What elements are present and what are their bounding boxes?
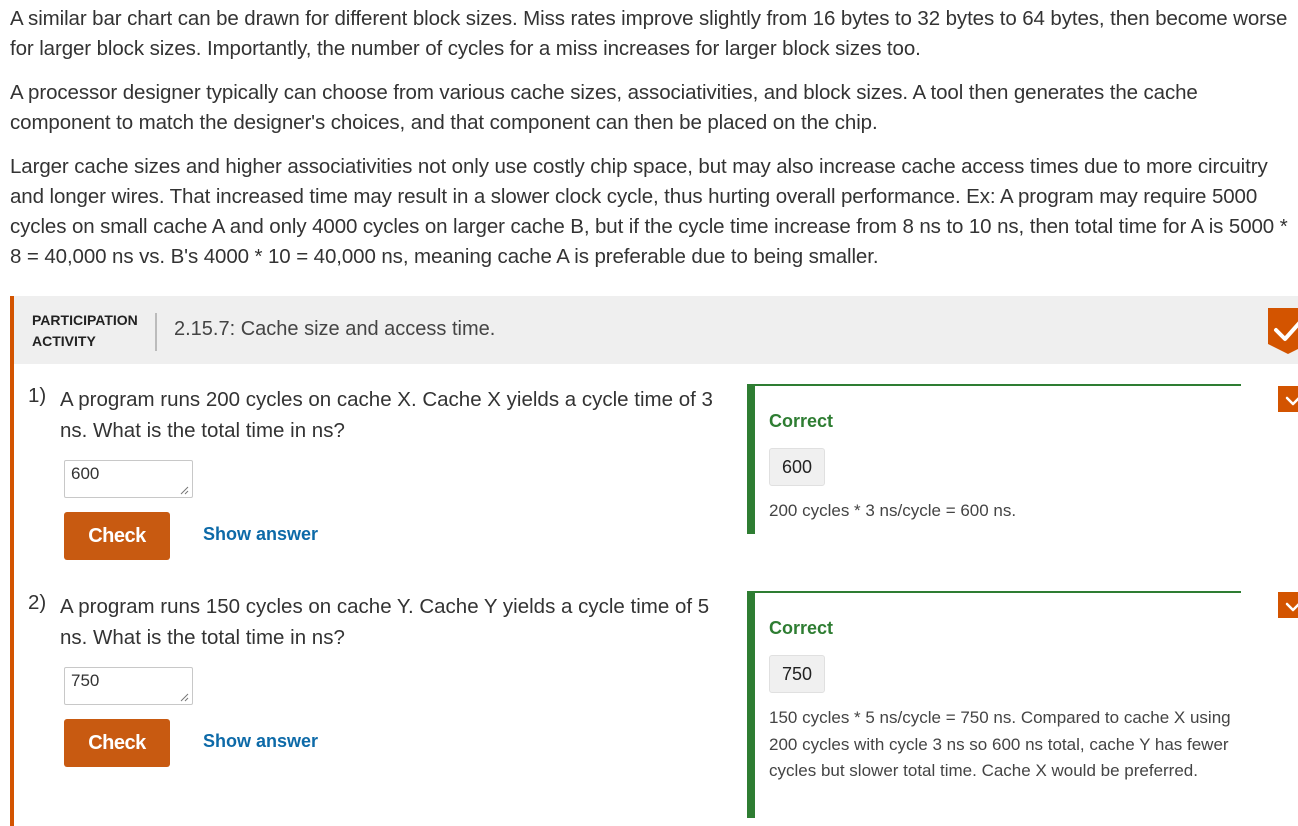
- question-text: A program runs 200 cycles on cache X. Ca…: [60, 388, 713, 442]
- feedback-status: Correct: [769, 411, 834, 431]
- feedback-explanation: 200 cycles * 3 ns/cycle = 600 ns.: [769, 501, 1017, 520]
- answer-input-value: 600: [71, 464, 100, 483]
- feedback-answer: 750: [769, 655, 826, 693]
- question-number: 1): [28, 384, 47, 407]
- feedback-status: Correct: [769, 618, 834, 638]
- header-divider: [155, 313, 157, 351]
- check-button[interactable]: Check: [64, 512, 170, 560]
- participation-activity: PARTICIPATION ACTIVITY 2.15.7: Cache siz…: [10, 296, 1298, 826]
- checkmark-icon: [1278, 592, 1298, 618]
- content-paragraphs: A similar bar chart can be drawn for dif…: [10, 4, 1294, 286]
- check-button[interactable]: Check: [64, 719, 170, 767]
- answer-input[interactable]: 600: [64, 460, 193, 498]
- feedback-panel: Correct 600 200 cycles * 3 ns/cycle = 60…: [747, 384, 1241, 534]
- answer-input-value: 750: [71, 671, 100, 690]
- answer-input[interactable]: 750: [64, 667, 193, 705]
- show-answer-link[interactable]: Show answer: [203, 731, 318, 752]
- resize-grip-icon[interactable]: [179, 692, 189, 702]
- activity-header: PARTICIPATION ACTIVITY 2.15.7: Cache siz…: [14, 296, 1298, 364]
- checkmark-icon: [1278, 386, 1298, 412]
- paragraph-block-sizes: A similar bar chart can be drawn for dif…: [10, 7, 1288, 60]
- activity-type-label: PARTICIPATION ACTIVITY: [32, 310, 154, 352]
- question-number: 2): [28, 591, 47, 614]
- paragraph-access-times: Larger cache sizes and higher associativ…: [10, 155, 1288, 268]
- resize-grip-icon[interactable]: [179, 485, 189, 495]
- activity-type-line2: ACTIVITY: [32, 333, 96, 349]
- feedback-explanation: 150 cycles * 5 ns/cycle = 750 ns. Compar…: [769, 708, 1231, 780]
- question-text: A program runs 150 cycles on cache Y. Ca…: [60, 595, 710, 649]
- activity-title: 2.15.7: Cache size and access time.: [174, 318, 496, 340]
- paragraph-designer-choices: A processor designer typically can choos…: [10, 81, 1198, 134]
- checkmark-badge-icon: [1268, 308, 1298, 354]
- show-answer-link[interactable]: Show answer: [203, 524, 318, 545]
- feedback-panel: Correct 750 150 cycles * 5 ns/cycle = 75…: [747, 591, 1241, 818]
- activity-type-line1: PARTICIPATION: [32, 312, 138, 328]
- feedback-answer: 600: [769, 448, 826, 486]
